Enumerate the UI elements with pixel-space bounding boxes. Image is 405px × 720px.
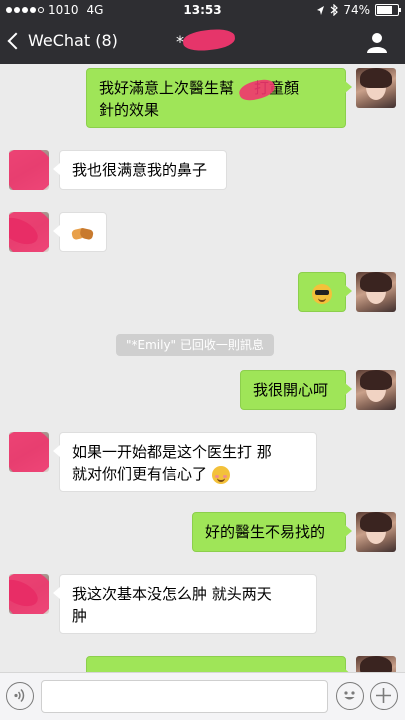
message-bubble-outgoing[interactable]: 好的醫生不易找的 <box>192 512 352 552</box>
chevron-left-icon <box>7 32 25 49</box>
message-line: 就对你们更有信心了 <box>72 463 304 485</box>
nav-bar: WeChat (8) * <box>0 20 405 64</box>
message-bubble-incoming[interactable] <box>53 212 107 252</box>
sunglasses-face-icon <box>312 283 332 304</box>
avatar-self[interactable] <box>356 370 396 410</box>
avatar-friend[interactable] <box>9 574 49 614</box>
message-text: 我很開心呵 <box>253 381 329 399</box>
message-line: 我好滿意上次醫生幫 打童顏 <box>99 79 300 97</box>
message-bubble-outgoing[interactable]: 我好滿意上次醫生幫 打童顏 針的效果 <box>86 68 352 128</box>
input-bar <box>0 672 405 720</box>
message-bubble-outgoing[interactable] <box>298 272 352 312</box>
message-bubble-incoming[interactable]: 如果一开始都是这个医生打 那 就对你们更有信心了 <box>53 432 317 492</box>
voice-icon <box>14 688 25 703</box>
avatar-friend[interactable] <box>9 432 49 472</box>
message-bubble-outgoing[interactable] <box>86 656 352 672</box>
message-text: 我也很满意我的鼻子 <box>72 161 208 179</box>
avatar-friend[interactable] <box>9 150 49 190</box>
recall-notice: "*Emily" 已回收一則訊息 <box>116 334 274 356</box>
avatar-self[interactable] <box>356 68 396 108</box>
avatar-friend[interactable] <box>9 212 49 252</box>
avatar-self[interactable] <box>356 512 396 552</box>
message-input[interactable] <box>41 680 328 713</box>
handshake-icon <box>72 227 94 241</box>
location-icon <box>317 5 325 15</box>
status-bar: 1010 4G 13:53 74% <box>0 0 405 20</box>
status-right: 74% <box>316 3 401 17</box>
plus-button[interactable] <box>370 682 398 710</box>
battery-icon <box>375 4 401 16</box>
back-label: WeChat (8) <box>28 31 118 50</box>
profile-icon[interactable] <box>365 30 389 54</box>
back-button[interactable]: WeChat (8) <box>7 31 118 50</box>
voice-button[interactable] <box>6 682 34 710</box>
blushing-face-icon <box>211 465 230 484</box>
message-bubble-incoming[interactable]: 我这次基本没怎么肿 就头两天 肿 <box>53 574 317 634</box>
plus-icon <box>376 688 391 703</box>
message-line: 我这次基本没怎么肿 就头两天 <box>72 585 272 603</box>
chat-area[interactable]: 我好滿意上次醫生幫 打童顏 針的效果 我也很满意我的鼻子 "*Emily" 已回收… <box>0 64 405 672</box>
bluetooth-icon <box>330 4 339 16</box>
emoji-button[interactable] <box>336 682 364 710</box>
message-line: 如果一开始都是这个医生打 那 <box>72 443 272 461</box>
avatar-self[interactable] <box>356 272 396 312</box>
message-bubble-incoming[interactable]: 我也很满意我的鼻子 <box>53 150 227 190</box>
battery-percent: 74% <box>343 3 370 17</box>
message-text: 好的醫生不易找的 <box>205 523 326 541</box>
avatar-self[interactable] <box>356 656 396 672</box>
emoji-icon <box>344 691 355 700</box>
message-line: 肿 <box>72 607 88 625</box>
message-line: 針的效果 <box>99 101 160 119</box>
message-bubble-outgoing[interactable]: 我很開心呵 <box>240 370 352 410</box>
